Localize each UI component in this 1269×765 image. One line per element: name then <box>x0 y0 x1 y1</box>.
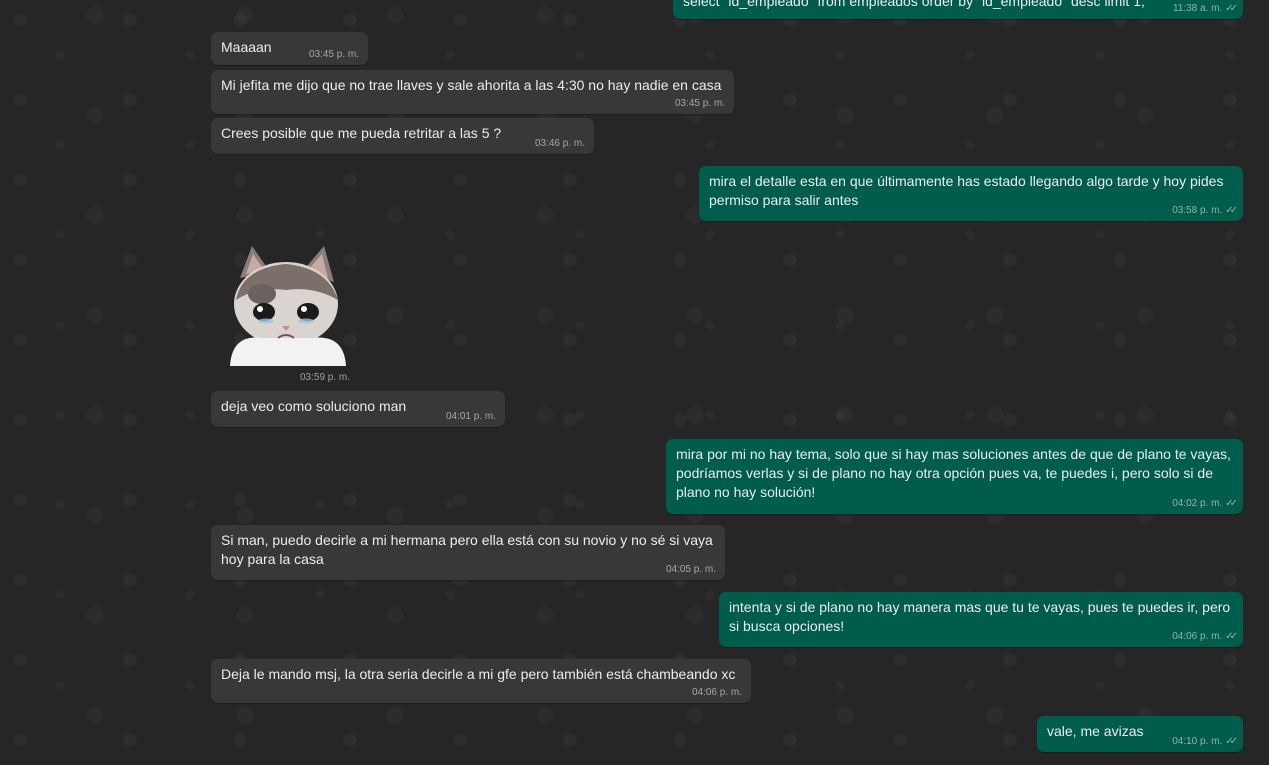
message-bubble-incoming[interactable]: Si man, puedo decirle a mi hermana pero … <box>211 525 725 580</box>
message-meta: 04:06 p. m. ✓✓ <box>1172 631 1238 643</box>
message-bubble-incoming[interactable]: deja veo como soluciono man 04:01 p. m. <box>211 391 505 427</box>
message-time: 04:02 p. m. <box>1172 498 1223 509</box>
message-text: Si man, puedo decirle a mi hermana pero … <box>221 532 713 567</box>
message-time: 11:38 a. m. <box>1172 3 1223 14</box>
message-text: Deja le mando msj, la otra seria decirle… <box>221 666 736 682</box>
message-time: 03:45 p. m. <box>674 98 725 109</box>
message-text: mira por mi no hay tema, solo que si hay… <box>676 446 1231 500</box>
message-meta: 03:46 p. m. <box>535 138 585 150</box>
sticker-time: 03:59 p. m. <box>300 372 351 383</box>
chat-panel: select "id_empleado" from empleados orde… <box>0 0 1269 765</box>
message-meta: 11:38 a. m. ✓✓ <box>1172 3 1238 15</box>
message-bubble-incoming[interactable]: Crees posible que me pueda retritar a la… <box>211 118 594 154</box>
message-time: 03:58 p. m. <box>1172 205 1223 216</box>
message-meta: 04:06 p. m. <box>692 687 742 699</box>
message-time: 04:01 p. m. <box>445 411 496 422</box>
double-check-icon: ✓✓ <box>1225 205 1238 216</box>
message-time: 04:06 p. m. <box>1172 631 1223 642</box>
crying-cat-sticker-icon[interactable] <box>222 238 350 366</box>
message-text: intenta y si de plano no hay manera mas … <box>729 599 1231 634</box>
double-check-icon: ✓✓ <box>1225 631 1238 642</box>
message-bubble-incoming[interactable]: Deja le mando msj, la otra seria decirle… <box>211 659 751 703</box>
message-bubble-outgoing[interactable]: vale, me avizas 04:10 p. m. ✓✓ <box>1037 716 1243 752</box>
message-time: 04:06 p. m. <box>691 687 742 698</box>
message-text: mira el detalle esta en que últimamente … <box>709 173 1224 208</box>
message-time: 03:46 p. m. <box>534 138 585 149</box>
message-bubble-incoming[interactable]: Maaaan 03:45 p. m. <box>211 32 368 65</box>
message-bubble-outgoing[interactable]: select "id_empleado" from empleados orde… <box>673 0 1243 19</box>
message-text: Crees posible que me pueda retritar a la… <box>221 125 502 141</box>
double-check-icon: ✓✓ <box>1225 498 1238 509</box>
message-meta: 04:10 p. m. ✓✓ <box>1172 736 1238 748</box>
message-text: select "id_empleado" from empleados orde… <box>683 0 1145 9</box>
message-text: Mi jefita me dijo que no trae llaves y s… <box>221 77 722 93</box>
message-meta: 03:58 p. m. ✓✓ <box>1172 205 1238 217</box>
message-meta: 03:45 p. m. <box>675 98 725 110</box>
double-check-icon: ✓✓ <box>1225 3 1238 14</box>
double-check-icon: ✓✓ <box>1225 736 1238 747</box>
message-bubble-outgoing[interactable]: mira el detalle esta en que últimamente … <box>699 166 1243 221</box>
message-time: 03:45 p. m. <box>308 49 359 60</box>
message-meta: 03:45 p. m. <box>309 49 359 61</box>
message-meta: 04:05 p. m. <box>666 564 716 576</box>
message-meta: 04:02 p. m. ✓✓ <box>1172 498 1238 510</box>
message-bubble-outgoing[interactable]: mira por mi no hay tema, solo que si hay… <box>666 439 1243 514</box>
message-meta: 04:01 p. m. <box>446 411 496 423</box>
message-time: 04:05 p. m. <box>665 564 716 575</box>
message-time: 04:10 p. m. <box>1172 736 1223 747</box>
message-bubble-incoming[interactable]: Mi jefita me dijo que no trae llaves y s… <box>211 70 734 114</box>
message-bubble-outgoing[interactable]: intenta y si de plano no hay manera mas … <box>719 592 1243 647</box>
